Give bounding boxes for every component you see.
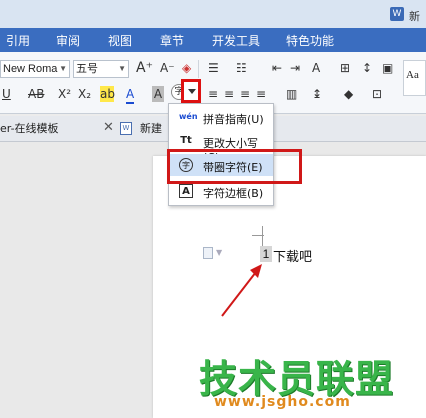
watermark-url: www.jsgho.com — [214, 394, 351, 410]
arrow-shaft — [221, 271, 257, 317]
